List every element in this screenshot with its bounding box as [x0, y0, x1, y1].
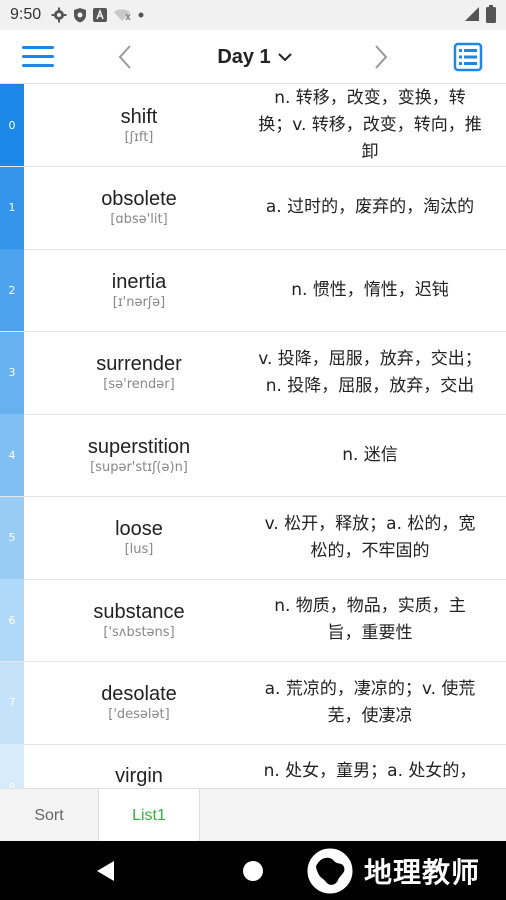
word-column: desolate ['desələt] [24, 662, 254, 744]
phonetic-text: [sə'rendər] [103, 377, 175, 392]
word-column: inertia [ɪ'nərʃə] [24, 249, 254, 331]
item-index: 2 [0, 249, 24, 331]
nav-back-button[interactable] [94, 859, 118, 883]
dot-icon [138, 12, 144, 18]
phonetic-text: [lus] [124, 542, 154, 557]
word-column: shift [ʃɪft] [24, 84, 254, 166]
chevron-down-icon [277, 53, 292, 62]
list-item[interactable]: 5 loose [lus] v. 松开，释放；a. 松的，宽松的，不牢固的 [0, 496, 506, 580]
system-nav-bar: 地理教师 [0, 841, 506, 900]
phonetic-text: [ɪ'nərʃə] [112, 294, 166, 310]
tab-bar: Sort List1 [0, 788, 506, 842]
word-text: shift [120, 105, 158, 128]
menu-button[interactable] [20, 42, 56, 72]
definition-text: n. 处女，童男；a. 处女的， [263, 761, 477, 781]
definition-column: n. 处女，童男；a. 处女的， [254, 744, 486, 788]
signal-icon [465, 7, 479, 21]
definition-text: n. 迷信 [342, 444, 398, 465]
phonetic-text: [ʃɪft] [124, 129, 154, 145]
chevron-left-icon [118, 45, 131, 69]
definition-column: n. 转移，改变，变换，转换；v. 转移，改变，转向，推卸 [254, 84, 486, 166]
word-text: inertia [111, 270, 167, 293]
word-column: obsolete [ɑbsə'lit] [24, 167, 254, 249]
list-item[interactable]: 0 shift [ʃɪft] n. 转移，改变，变换，转换；v. 转移，改变，转向… [0, 84, 506, 167]
item-index: 5 [0, 496, 24, 579]
definition-text: a. 过时的，废弃的，淘汰的 [265, 197, 475, 217]
phonetic-text: [supər'stɪʃ(ə)n] [90, 459, 188, 475]
list-item[interactable]: 8 virgin n. 处女，童男；a. 处女的， [0, 744, 506, 788]
wifi-off-icon [114, 9, 131, 21]
word-text: virgin [115, 765, 163, 787]
phonetic-text: ['desələt] [108, 707, 170, 722]
tab-list1[interactable]: List1 [98, 789, 200, 842]
definition-column: n. 惯性，惰性，迟钝 [254, 249, 486, 331]
definition-column: a. 荒凉的，凄凉的；v. 使荒芜，使凄凉 [254, 662, 486, 744]
globe-logo-icon [307, 848, 353, 894]
definition-column: a. 过时的，废弃的，淘汰的 [254, 167, 486, 249]
watermark: 地理教师 [304, 847, 480, 895]
tab-sort[interactable]: Sort [0, 789, 98, 842]
hamburger-icon [22, 46, 54, 67]
definition-column: n. 物质，物品，实质，主旨，重要性 [254, 579, 486, 661]
item-index: 4 [0, 414, 24, 496]
item-index: 6 [0, 579, 24, 661]
definition-text: v. 投降，屈服，放弃，交出；n. 投降，屈服，放弃，交出 [258, 348, 482, 396]
definition-text: n. 物质，物品，实质，主旨，重要性 [274, 596, 466, 643]
phonetic-text: ['sʌbstəns] [103, 624, 175, 640]
previous-day-button[interactable] [112, 42, 140, 72]
battery-icon [486, 5, 496, 23]
list-item[interactable]: 1 obsolete [ɑbsə'lit] a. 过时的，废弃的，淘汰的 [0, 166, 506, 250]
definition-text: v. 松开，释放；a. 松的，宽松的，不牢固的 [264, 513, 476, 561]
list-item[interactable]: 7 desolate ['desələt] a. 荒凉的，凄凉的；v. 使荒芜，使… [0, 661, 506, 745]
watermark-text: 地理教师 [364, 856, 481, 889]
word-column: substance ['sʌbstəns] [24, 579, 254, 661]
word-text: substance [93, 600, 185, 623]
item-index: 7 [0, 661, 24, 744]
shield-icon [74, 8, 87, 23]
definition-column: v. 松开，释放；a. 松的，宽松的，不牢固的 [254, 497, 486, 579]
list-view-button[interactable] [452, 42, 484, 72]
list-item[interactable]: 4 superstition [supər'stɪʃ(ə)n] n. 迷信 [0, 414, 506, 497]
word-text: surrender [96, 353, 182, 375]
word-text: desolate [101, 683, 177, 705]
definition-column: n. 迷信 [254, 414, 486, 496]
triangle-back-icon [97, 861, 114, 881]
status-bar: 9:50 [0, 0, 506, 30]
word-column: virgin [24, 744, 254, 788]
phonetic-text: [ɑbsə'lit] [110, 212, 168, 227]
chevron-right-icon [375, 45, 388, 69]
item-index: 3 [0, 331, 24, 414]
list-item[interactable]: 3 surrender [sə'rendər] v. 投降，屈服，放弃，交出；n.… [0, 331, 506, 415]
word-text: superstition [87, 435, 191, 458]
page-title: Day 1 [217, 45, 271, 68]
word-text: loose [115, 518, 163, 540]
nav-home-button[interactable] [243, 861, 263, 881]
word-column: superstition [supər'stɪʃ(ə)n] [24, 414, 254, 496]
item-index: 1 [0, 166, 24, 249]
list-item[interactable]: 2 inertia [ɪ'nərʃə] n. 惯性，惰性，迟钝 [0, 249, 506, 332]
day-selector[interactable]: Day 1 [200, 42, 310, 72]
word-list[interactable]: 0 shift [ʃɪft] n. 转移，改变，变换，转换；v. 转移，改变，转向… [0, 84, 506, 788]
word-column: surrender [sə'rendər] [24, 332, 254, 414]
gear-icon [51, 7, 67, 23]
font-icon [93, 8, 108, 22]
definition-text: n. 转移，改变，变换，转换；v. 转移，改变，转向，推卸 [258, 87, 482, 162]
definition-text: a. 荒凉的，凄凉的；v. 使荒芜，使凄凉 [264, 678, 476, 726]
definition-text: n. 惯性，惰性，迟钝 [291, 279, 449, 300]
app-bar: Day 1 [0, 30, 506, 84]
next-day-button[interactable] [366, 42, 394, 72]
word-text: obsolete [101, 188, 177, 210]
definition-column: v. 投降，屈服，放弃，交出；n. 投降，屈服，放弃，交出 [254, 332, 486, 414]
word-column: loose [lus] [24, 497, 254, 579]
item-index: 8 [0, 744, 24, 788]
item-index: 0 [0, 84, 24, 166]
list-icon [453, 42, 483, 72]
status-time: 9:50 [10, 6, 42, 23]
list-item[interactable]: 6 substance ['sʌbstəns] n. 物质，物品，实质，主旨，重要… [0, 579, 506, 662]
